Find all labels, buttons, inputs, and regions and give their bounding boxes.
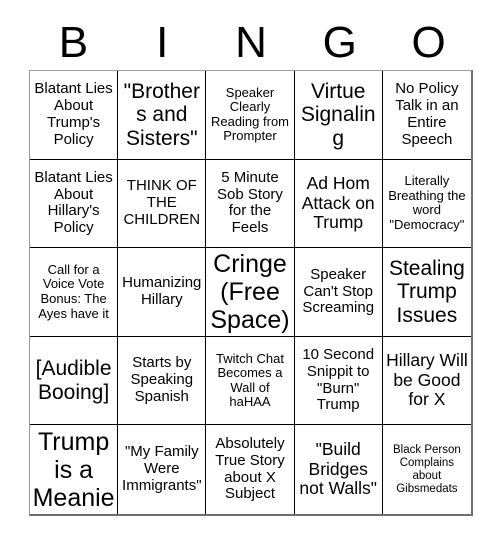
- bingo-cell-label: Stealing Trump Issues: [388, 256, 465, 327]
- bingo-cell[interactable]: 10 Second Snippit to "Burn" Trump: [294, 336, 383, 426]
- bingo-cell-label: No Policy Talk in an Entire Speech: [395, 80, 459, 148]
- bingo-cell[interactable]: Call for a Voice Vote Bonus: The Ayes ha…: [30, 248, 119, 337]
- bingo-cell[interactable]: THINK OF THE CHILDREN: [118, 159, 207, 249]
- bingo-cell-label: Ad Hom Attack on Trump: [301, 173, 375, 233]
- bingo-cell[interactable]: Hillary Will be Good for X: [382, 336, 471, 426]
- bingo-cell-label: Cringe (Free Space): [210, 249, 290, 334]
- bingo-header-letter-n: N: [235, 18, 267, 67]
- bingo-cell-label: [Audible Booing]: [35, 357, 112, 404]
- bingo-cell[interactable]: Speaker Clearly Reading from Prompter: [206, 71, 295, 160]
- bingo-cell[interactable]: Starts by Speaking Spanish: [118, 336, 207, 426]
- bingo-cell[interactable]: "My Family Were Immigrants": [118, 425, 207, 514]
- bingo-cell-label: Virtue Signaling: [300, 79, 376, 150]
- bingo-cell-label: Absolutely True Story about X Subject: [215, 435, 285, 503]
- bingo-cell[interactable]: Trump is a Meanie: [30, 425, 119, 514]
- bingo-cell[interactable]: Twitch Chat Becomes a Wall of haHAA: [206, 336, 295, 426]
- bingo-cell[interactable]: Speaker Can't Stop Screaming: [294, 248, 383, 337]
- bingo-cell-label: Blatant Lies About Trump's Policy: [34, 80, 113, 148]
- bingo-cell[interactable]: "Build Bridges not Walls": [294, 425, 383, 514]
- bingo-cell-label: "Build Bridges not Walls": [299, 439, 377, 499]
- bingo-cell-free-space[interactable]: Cringe (Free Space): [206, 248, 295, 337]
- bingo-cell[interactable]: Absolutely True Story about X Subject: [206, 425, 295, 514]
- bingo-cell[interactable]: Literally Breathing the word "Democracy": [382, 159, 471, 249]
- bingo-cell-label: 5 Minute Sob Story for the Feels: [217, 168, 283, 237]
- bingo-header-row: B I N G O: [29, 16, 473, 70]
- bingo-cell-label: 10 Second Snippit to "Burn" Trump: [302, 346, 375, 414]
- bingo-cell-label: Humanizing Hillary: [122, 274, 202, 308]
- bingo-header-letter-i: I: [156, 18, 169, 67]
- bingo-cell[interactable]: Black Person Complains about Gibsmedats: [382, 425, 471, 514]
- bingo-cell[interactable]: [Audible Booing]: [30, 336, 119, 426]
- bingo-cell[interactable]: Humanizing Hillary: [118, 248, 207, 337]
- bingo-cell-label: Speaker Clearly Reading from Prompter: [210, 84, 290, 144]
- bingo-header-letter-g: G: [322, 18, 357, 67]
- bingo-grid: Blatant Lies About Trump's Policy "Broth…: [29, 70, 473, 516]
- bingo-cell[interactable]: Stealing Trump Issues: [382, 248, 471, 337]
- bingo-cell[interactable]: Ad Hom Attack on Trump: [294, 159, 383, 249]
- bingo-cell-label: Twitch Chat Becomes a Wall of haHAA: [216, 350, 284, 410]
- bingo-card-page: B I N G O Blatant Lies About Trump's Pol…: [0, 0, 500, 544]
- bingo-header-letter-o: O: [411, 18, 446, 67]
- bingo-cell-label: Starts by Speaking Spanish: [130, 354, 194, 405]
- bingo-cell-label: Call for a Voice Vote Bonus: The Ayes ha…: [38, 261, 109, 321]
- bingo-cell[interactable]: Virtue Signaling: [294, 71, 383, 160]
- bingo-cell[interactable]: Blatant Lies About Hillary's Policy: [30, 159, 119, 249]
- bingo-header-letter-b: B: [58, 18, 89, 67]
- bingo-cell-label: Trump is a Meanie: [32, 427, 115, 512]
- bingo-cell[interactable]: No Policy Talk in an Entire Speech: [382, 71, 471, 160]
- bingo-cell-label: "Brothers and Sisters": [123, 79, 200, 150]
- bingo-cell-label: THINK OF THE CHILDREN: [123, 177, 201, 228]
- bingo-cell-label: "My Family Were Immigrants": [122, 443, 202, 495]
- bingo-cell-label: Blatant Lies About Hillary's Policy: [34, 168, 113, 237]
- bingo-cell-label: Literally Breathing the word "Democracy": [388, 173, 466, 232]
- bingo-cell[interactable]: Blatant Lies About Trump's Policy: [30, 71, 119, 160]
- bingo-cell-label: Hillary Will be Good for X: [386, 350, 468, 410]
- bingo-cell-label: Speaker Can't Stop Screaming: [302, 265, 375, 317]
- bingo-cell[interactable]: 5 Minute Sob Story for the Feels: [206, 159, 295, 249]
- bingo-cell-label: Black Person Complains about Gibsmedats: [393, 443, 461, 495]
- bingo-cell[interactable]: "Brothers and Sisters": [118, 71, 207, 160]
